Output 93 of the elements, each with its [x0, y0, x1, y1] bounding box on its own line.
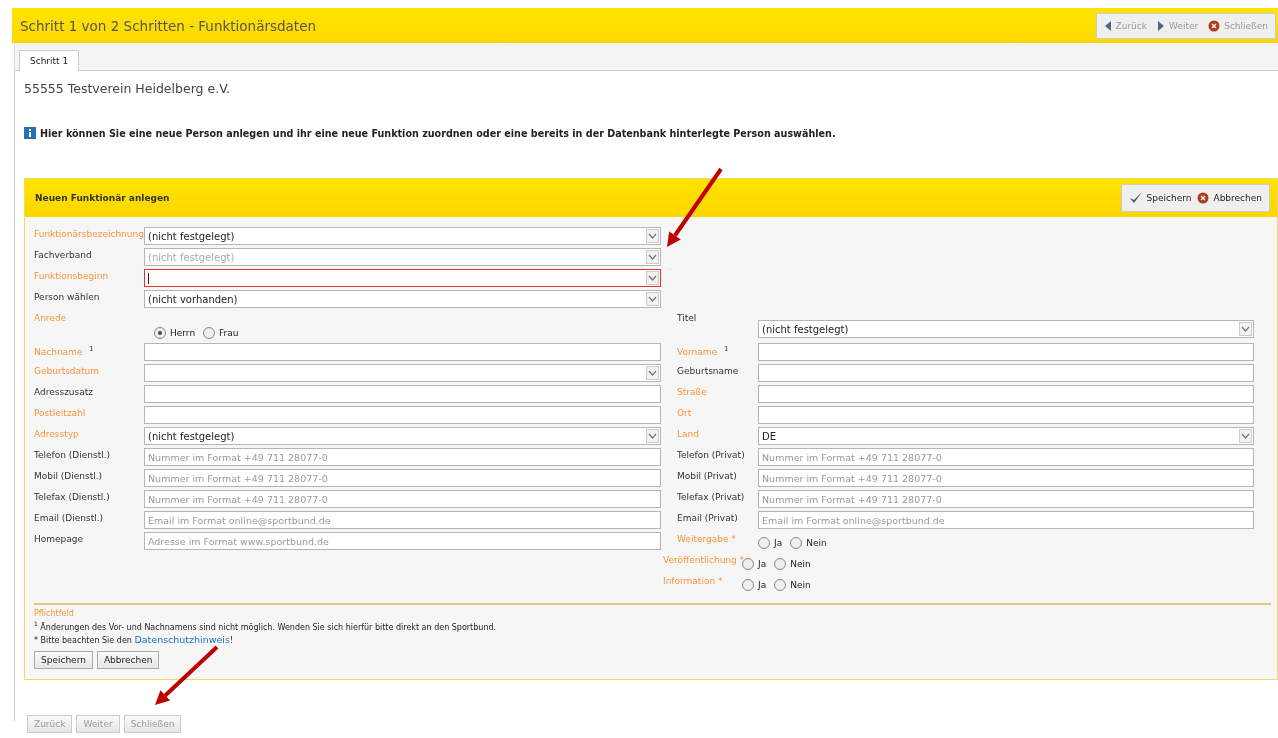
field-label: Funktionärsbezeichnung — [34, 228, 144, 241]
caret-icon — [1241, 326, 1250, 332]
dropdown-field[interactable]: (nicht festgelegt) — [758, 320, 1254, 338]
radio-button[interactable] — [774, 557, 787, 570]
window-title: Schritt 1 von 2 Schritten - Funktionärsdaten — [20, 17, 316, 34]
input-field[interactable]: Nummer im Format +49 711 28077-0 — [758, 490, 1254, 508]
input-field[interactable] — [144, 385, 661, 403]
caret-icon — [648, 433, 657, 439]
input-field[interactable] — [758, 364, 1254, 382]
dropdown-field[interactable] — [144, 364, 661, 382]
radio-label: Nein — [790, 558, 811, 569]
privacy-note: * Bitte beachten Sie den Datenschutzhinweis! — [34, 633, 235, 645]
radio-button[interactable] — [742, 578, 754, 591]
right-triangle-icon — [1157, 19, 1165, 32]
field-label: Mobil (Privat) — [677, 470, 738, 483]
field-label: Nachname $^{1}$ — [34, 344, 95, 359]
info-text: Hier können Sie eine neue Person anlegen und ihr eine neue Funktion zuordnen oder eine bereits in der Datenbank hinterlegte Person auswählen. — [40, 127, 836, 139]
input-field[interactable] — [144, 406, 661, 424]
field-label: Funktionsbeginn — [34, 270, 110, 283]
field-label: Vorname $^{1}$ — [677, 344, 730, 359]
dropdown-field[interactable]: (nicht festgelegt) — [144, 227, 661, 245]
input-field[interactable] — [758, 385, 1254, 403]
radio-button[interactable] — [203, 326, 216, 339]
caret-icon — [648, 233, 657, 239]
field-label: Veröffentlichung * — [662, 554, 742, 567]
radio-label: Ja — [774, 537, 783, 548]
input-field[interactable]: Nummer im Format +49 711 28077-0 — [758, 448, 1254, 466]
input-field[interactable]: Email im Format online@sportbund.de — [758, 511, 1254, 529]
input-field[interactable] — [144, 343, 661, 361]
required-legend: Pflichtfeld — [34, 609, 1271, 618]
radio-label: Ja — [758, 579, 767, 590]
close-icon — [1208, 19, 1221, 32]
field-label: Telefax (Dienstl.) — [34, 491, 111, 504]
input-field[interactable]: Email im Format online@sportbund.de — [144, 511, 661, 529]
save-button[interactable]: Speichern — [34, 650, 93, 669]
radio-button[interactable] — [758, 536, 770, 549]
field-label: Mobil (Dienstl.) — [34, 470, 104, 483]
field-label: Weitergabe * — [677, 533, 737, 546]
field-label: Email (Dienstl.) — [34, 512, 105, 525]
field-label: Geburtsname — [677, 365, 740, 378]
info-icon — [24, 127, 36, 139]
radio-button[interactable] — [154, 326, 166, 339]
radio-label: Ja — [758, 558, 767, 569]
dropdown-field[interactable]: (nicht vorhanden) — [144, 290, 661, 308]
input-field[interactable]: Nummer im Format +49 711 28077-0 — [144, 490, 661, 508]
form-title: Neuen Funktionär anlegen — [35, 193, 170, 203]
caret-icon — [648, 296, 657, 302]
input-field[interactable]: Nummer im Format +49 711 28077-0 — [758, 469, 1254, 487]
field-label: Ort — [677, 407, 693, 420]
field-label: Titel — [677, 312, 698, 325]
tab[interactable]: Schritt 1 — [19, 50, 80, 71]
left-triangle-icon — [1103, 19, 1112, 32]
caret-icon — [648, 275, 657, 281]
field-label: Email (Privat) — [677, 512, 739, 525]
cancel-button[interactable]: Abbrechen — [1194, 192, 1265, 204]
field-label: Telefon (Dienstl.) — [34, 449, 112, 462]
field-label: Adresszusatz — [34, 386, 94, 399]
dropdown-field[interactable]: (nicht festgelegt) — [144, 427, 661, 445]
field-label: Fachverband — [34, 249, 93, 262]
radio-label: Nein — [790, 579, 811, 590]
caret-icon — [648, 254, 657, 260]
dropdown-field[interactable] — [144, 269, 661, 287]
radio-label: Frau — [219, 327, 239, 338]
radio-label: Nein — [806, 537, 827, 548]
field-label: Adresstyp — [34, 428, 80, 441]
field-label: Straße — [677, 386, 708, 399]
cancel-icon — [1197, 192, 1210, 204]
field-label: Person wählen — [34, 291, 101, 304]
cancel-button[interactable]: Abbrechen — [96, 650, 160, 669]
save-button[interactable]: Speichern — [1125, 191, 1195, 205]
field-label: Anrede — [34, 312, 68, 325]
input-field[interactable]: Adresse im Format www.sportbund.de — [144, 532, 661, 550]
radio-button[interactable] — [790, 536, 803, 549]
field-label: Postleitzahl — [34, 407, 87, 420]
field-label: Telefon (Privat) — [677, 449, 742, 462]
dropdown-field[interactable]: DE — [758, 427, 1254, 445]
input-field[interactable] — [758, 343, 1254, 361]
caret-icon — [648, 370, 657, 376]
privacy-link[interactable]: Datenschutzhinweis — [134, 633, 230, 645]
radio-label: Herrn — [170, 327, 196, 338]
field-label: Information * — [662, 575, 724, 588]
input-field[interactable] — [758, 406, 1254, 424]
field-label: Geburtsdatum — [34, 365, 101, 378]
input-field[interactable]: Nummer im Format +49 711 28077-0 — [144, 448, 661, 466]
club-name: 55555 Testverein Heidelberg e.V. — [24, 81, 232, 96]
radio-button[interactable] — [742, 557, 754, 570]
field-label: Telefax (Privat) — [677, 491, 742, 504]
footnote: $^{1}$ Änderungen des Vor- und Nachnamens sind nicht möglich. Wenden Sie sich hierfür bitte direkt an den Sportbund. — [34, 620, 498, 632]
field-label: Land — [677, 428, 700, 441]
field-label: Homepage — [34, 533, 85, 546]
input-field[interactable]: Nummer im Format +49 711 28077-0 — [144, 469, 661, 487]
radio-button[interactable] — [774, 578, 787, 591]
caret-icon — [1241, 433, 1250, 439]
